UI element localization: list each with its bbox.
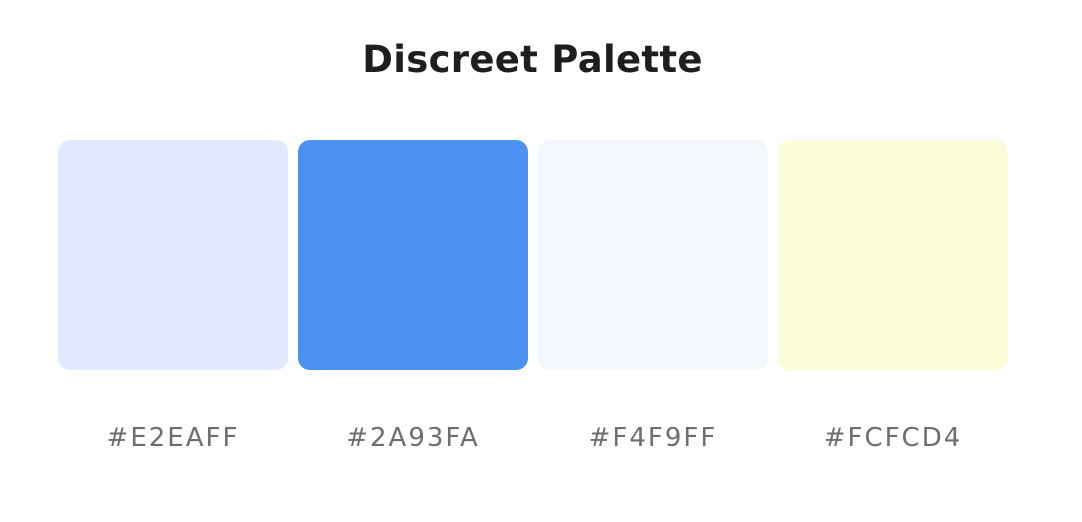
hex-label: #FCFCD4	[823, 423, 963, 453]
swatch-card: #2A93FA	[298, 140, 528, 454]
color-swatch[interactable]	[538, 140, 768, 370]
swatch-card: #F4F9FF	[538, 140, 768, 454]
color-swatch[interactable]	[298, 140, 528, 370]
swatch-row: #E2EAFF #2A93FA #F4F9FF #FCFCD4	[58, 140, 1008, 454]
hex-label: #E2EAFF	[106, 423, 240, 453]
color-swatch[interactable]	[58, 140, 288, 370]
hex-label: #2A93FA	[346, 423, 480, 453]
hex-label: #F4F9FF	[588, 423, 718, 453]
color-swatch[interactable]	[778, 140, 1008, 370]
palette-title: Discreet Palette	[362, 38, 703, 81]
swatch-card: #E2EAFF	[58, 140, 288, 454]
swatch-card: #FCFCD4	[778, 140, 1008, 454]
